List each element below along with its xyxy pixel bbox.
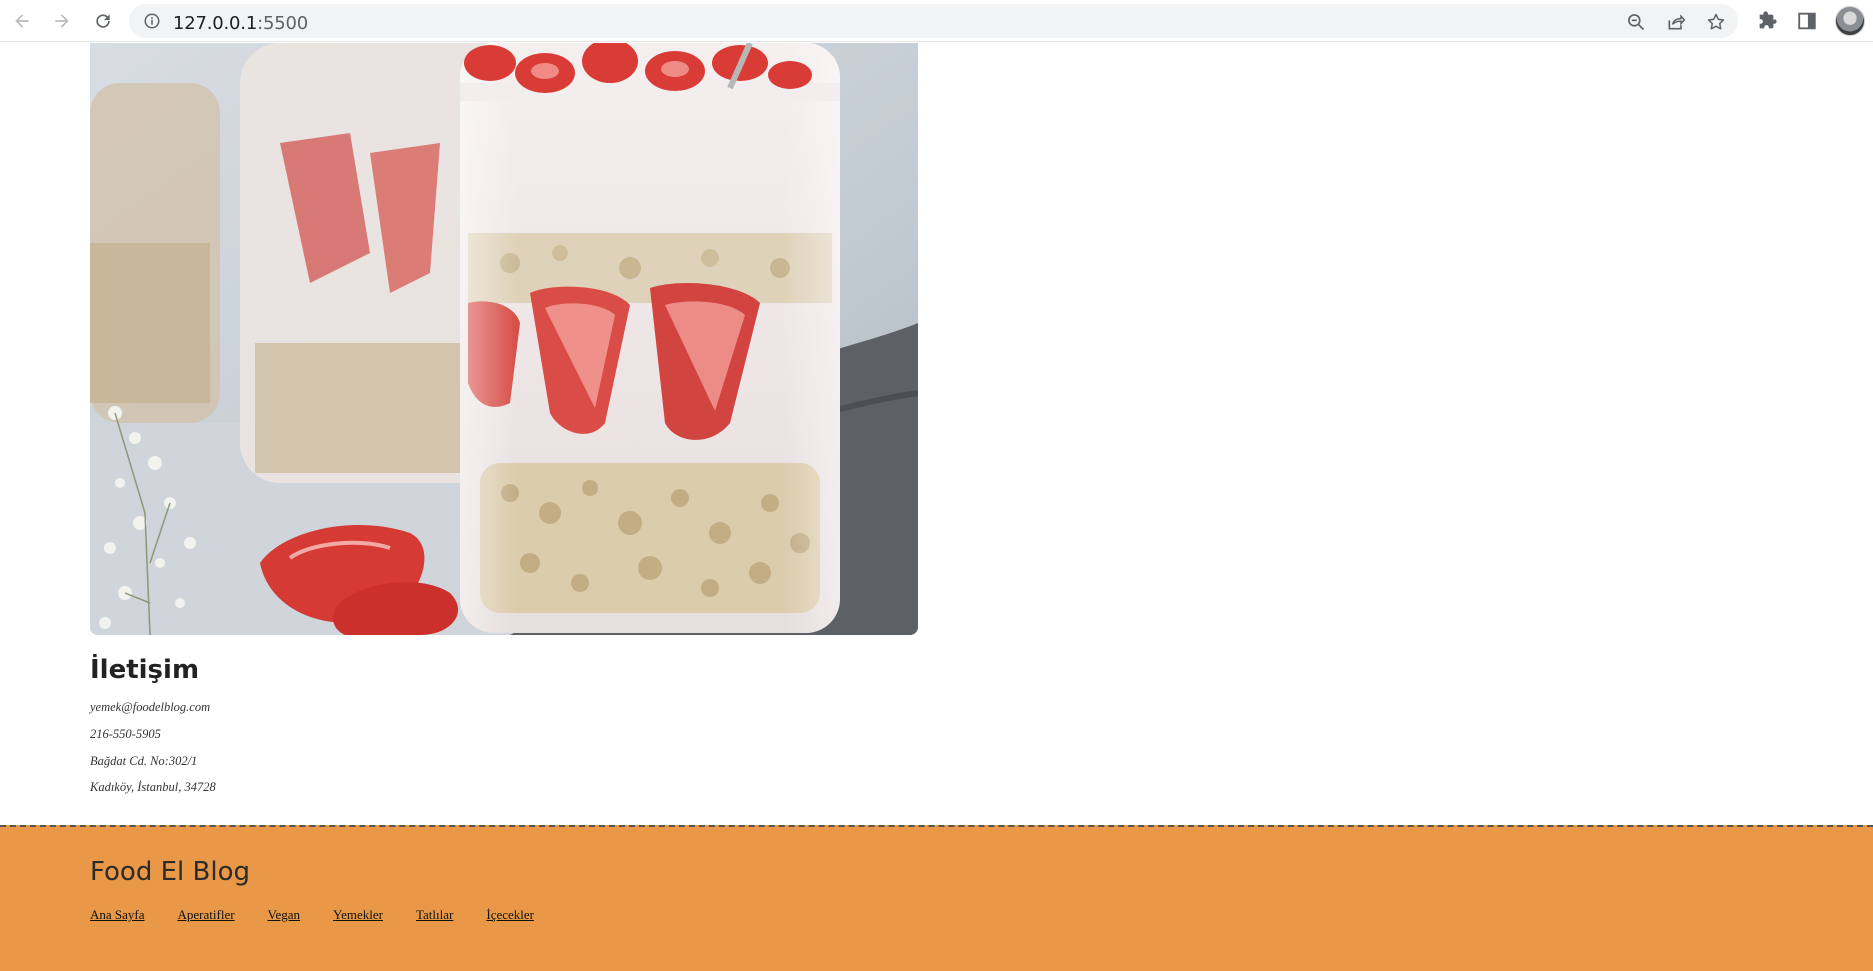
reload-button[interactable] [90,8,116,34]
profile-avatar[interactable] [1835,6,1865,36]
contact-heading: İletişim [90,655,200,685]
address-bar[interactable]: 127.0.0.1:5500 [129,4,1738,38]
footer-link-meals[interactable]: Yemekler [333,907,383,923]
contact-email: yemek@foodelblog.com [90,700,211,714]
forward-button[interactable] [49,8,75,34]
reload-icon [96,14,110,28]
share-icon[interactable] [1666,12,1686,32]
footer-link-desserts[interactable]: Tatlılar [416,907,453,923]
contact-phone: 216-550-5905 [90,727,161,741]
arrow-right-icon [55,14,69,28]
side-panel-icon[interactable] [1796,10,1818,32]
contact-address-line2: Kadıköy, İstanbul, 34728 [90,780,216,794]
arrow-left-icon [15,14,29,28]
footer-link-appetizers[interactable]: Aperatifler [178,907,235,923]
footer-link-drinks[interactable]: İçecekler [486,907,534,923]
site-footer: Food El Blog Ana Sayfa Aperatifler Vegan… [0,825,1873,971]
contact-address-line1: Bağdat Cd. No:302/1 [90,754,198,768]
puzzle-icon[interactable] [1756,10,1778,32]
oats-jar-image [90,43,918,635]
footer-link-home[interactable]: Ana Sayfa [90,907,145,923]
url-host: 127.0.0.1 [173,13,258,34]
footer-nav: Ana Sayfa Aperatifler Vegan Yemekler Tat… [90,907,534,923]
url-port: :5500 [257,13,308,34]
url-text[interactable]: 127.0.0.1:5500 [173,13,308,34]
zoom-out-icon[interactable] [1626,12,1646,32]
star-icon[interactable] [1706,12,1726,32]
back-button[interactable] [9,8,35,34]
recipe-hero-image [90,43,918,635]
info-icon[interactable] [143,12,161,30]
footer-brand: Food El Blog [90,857,250,887]
browser-toolbar: 127.0.0.1:5500 [0,0,1873,42]
footer-link-vegan[interactable]: Vegan [268,907,301,923]
